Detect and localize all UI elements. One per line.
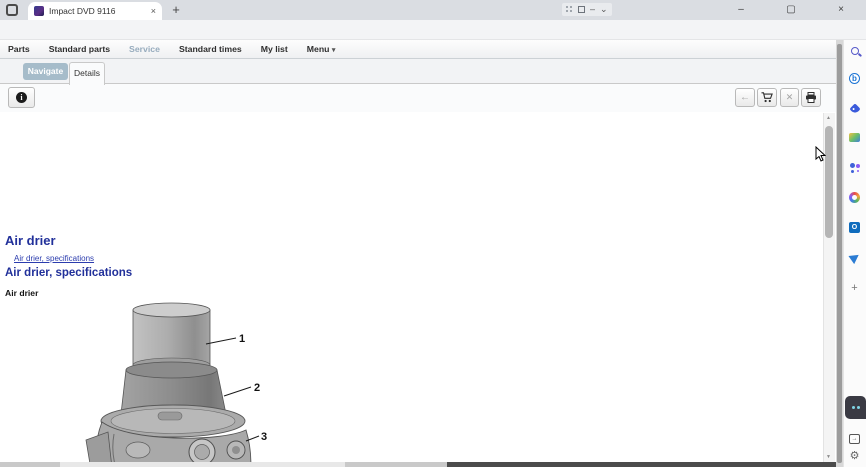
drop-icon[interactable] (848, 251, 861, 264)
printer-icon (805, 92, 817, 103)
add-sidebar-item-icon[interactable]: + (848, 281, 861, 294)
restore-icon[interactable] (578, 6, 585, 13)
scroll-down-icon[interactable]: ▼ (826, 454, 831, 460)
service-details-content: Air drier Air drier, specifications Air … (0, 112, 823, 462)
tab-title: Impact DVD 9116 (49, 6, 146, 16)
add-to-cart-button[interactable] (757, 88, 777, 107)
figure-caption: Air drier (5, 288, 38, 298)
menu-parts[interactable]: Parts (8, 44, 30, 54)
menu-standard-parts[interactable]: Standard parts (49, 44, 110, 54)
air-drier-diagram: 1 2 3 4 5 6 (40, 300, 290, 462)
window-controls: – ▢ × (716, 0, 866, 20)
bottom-dark-bar (447, 462, 836, 467)
chevron-down-icon: ▾ (332, 47, 336, 54)
browser-tab[interactable]: Impact DVD 9116 × (28, 2, 162, 20)
menu-my-list[interactable]: My list (261, 44, 288, 54)
widget-chevron-icon[interactable]: ⌄ (600, 3, 608, 16)
widget-minimize-icon[interactable]: – (590, 3, 595, 16)
outlook-icon[interactable]: O (848, 221, 861, 234)
print-button[interactable] (801, 88, 821, 107)
callout-1: 1 (239, 333, 245, 345)
designer-icon[interactable] (848, 191, 861, 204)
maximize-button[interactable]: ▢ (766, 0, 816, 20)
cart-icon (761, 92, 773, 103)
browser-toolbar: ← i localhost:8802/impact3/application/#… (0, 20, 866, 40)
menu-dropdown[interactable]: Menu ▾ (307, 44, 336, 54)
shopping-tag-icon[interactable] (848, 102, 861, 115)
action-button-panel (0, 84, 836, 112)
remove-button[interactable]: ✕ (780, 88, 799, 107)
tab-navigate[interactable]: Navigate (23, 63, 68, 80)
browser-tab-strip: Impact DVD 9116 × + – ⌄ – ▢ × (0, 0, 866, 20)
tab-actions-icon[interactable] (6, 4, 18, 16)
new-tab-button[interactable]: + (168, 2, 184, 18)
horizontal-scrollbar-thumb[interactable] (60, 462, 345, 467)
menu-service[interactable]: Service (129, 44, 160, 54)
capture-widget[interactable]: – ⌄ (562, 3, 612, 16)
open-panel-icon[interactable]: → (848, 432, 861, 445)
info-button[interactable]: i (8, 87, 35, 108)
x-icon: ✕ (786, 92, 794, 103)
copilot-bubble-icon[interactable] (845, 396, 866, 419)
impact-favicon (34, 6, 44, 16)
images-icon[interactable] (848, 131, 861, 144)
toc-link-air-drier-specifications[interactable]: Air drier, specifications (14, 254, 94, 263)
close-button[interactable]: × (816, 0, 866, 20)
info-icon: i (16, 92, 27, 103)
minimize-button[interactable]: – (716, 0, 766, 20)
app-menubar: Parts Standard parts Service Standard ti… (0, 40, 836, 59)
history-back-button[interactable]: ← (735, 88, 755, 107)
app-tab-row (0, 59, 836, 84)
tab-close-icon[interactable]: × (151, 6, 156, 16)
bing-icon[interactable]: b (848, 72, 861, 85)
scroll-up-icon[interactable]: ▲ (826, 115, 831, 121)
callout-3: 3 (261, 431, 267, 443)
back-arrow-icon: ← (740, 92, 750, 103)
callout-2: 2 (254, 382, 260, 394)
search-icon[interactable] (848, 44, 861, 57)
people-icon[interactable] (848, 161, 861, 174)
page-title: Air drier (5, 233, 56, 248)
gear-icon[interactable]: ⚙ (848, 450, 861, 463)
mouse-cursor (815, 146, 826, 162)
tab-details[interactable]: Details (69, 62, 105, 85)
content-scrollbar-thumb[interactable] (825, 126, 833, 238)
browser-scrollbar-thumb[interactable] (837, 44, 842, 463)
section-heading: Air drier, specifications (5, 267, 132, 279)
drag-grid-icon[interactable] (566, 6, 573, 13)
menu-standard-times[interactable]: Standard times (179, 44, 242, 54)
